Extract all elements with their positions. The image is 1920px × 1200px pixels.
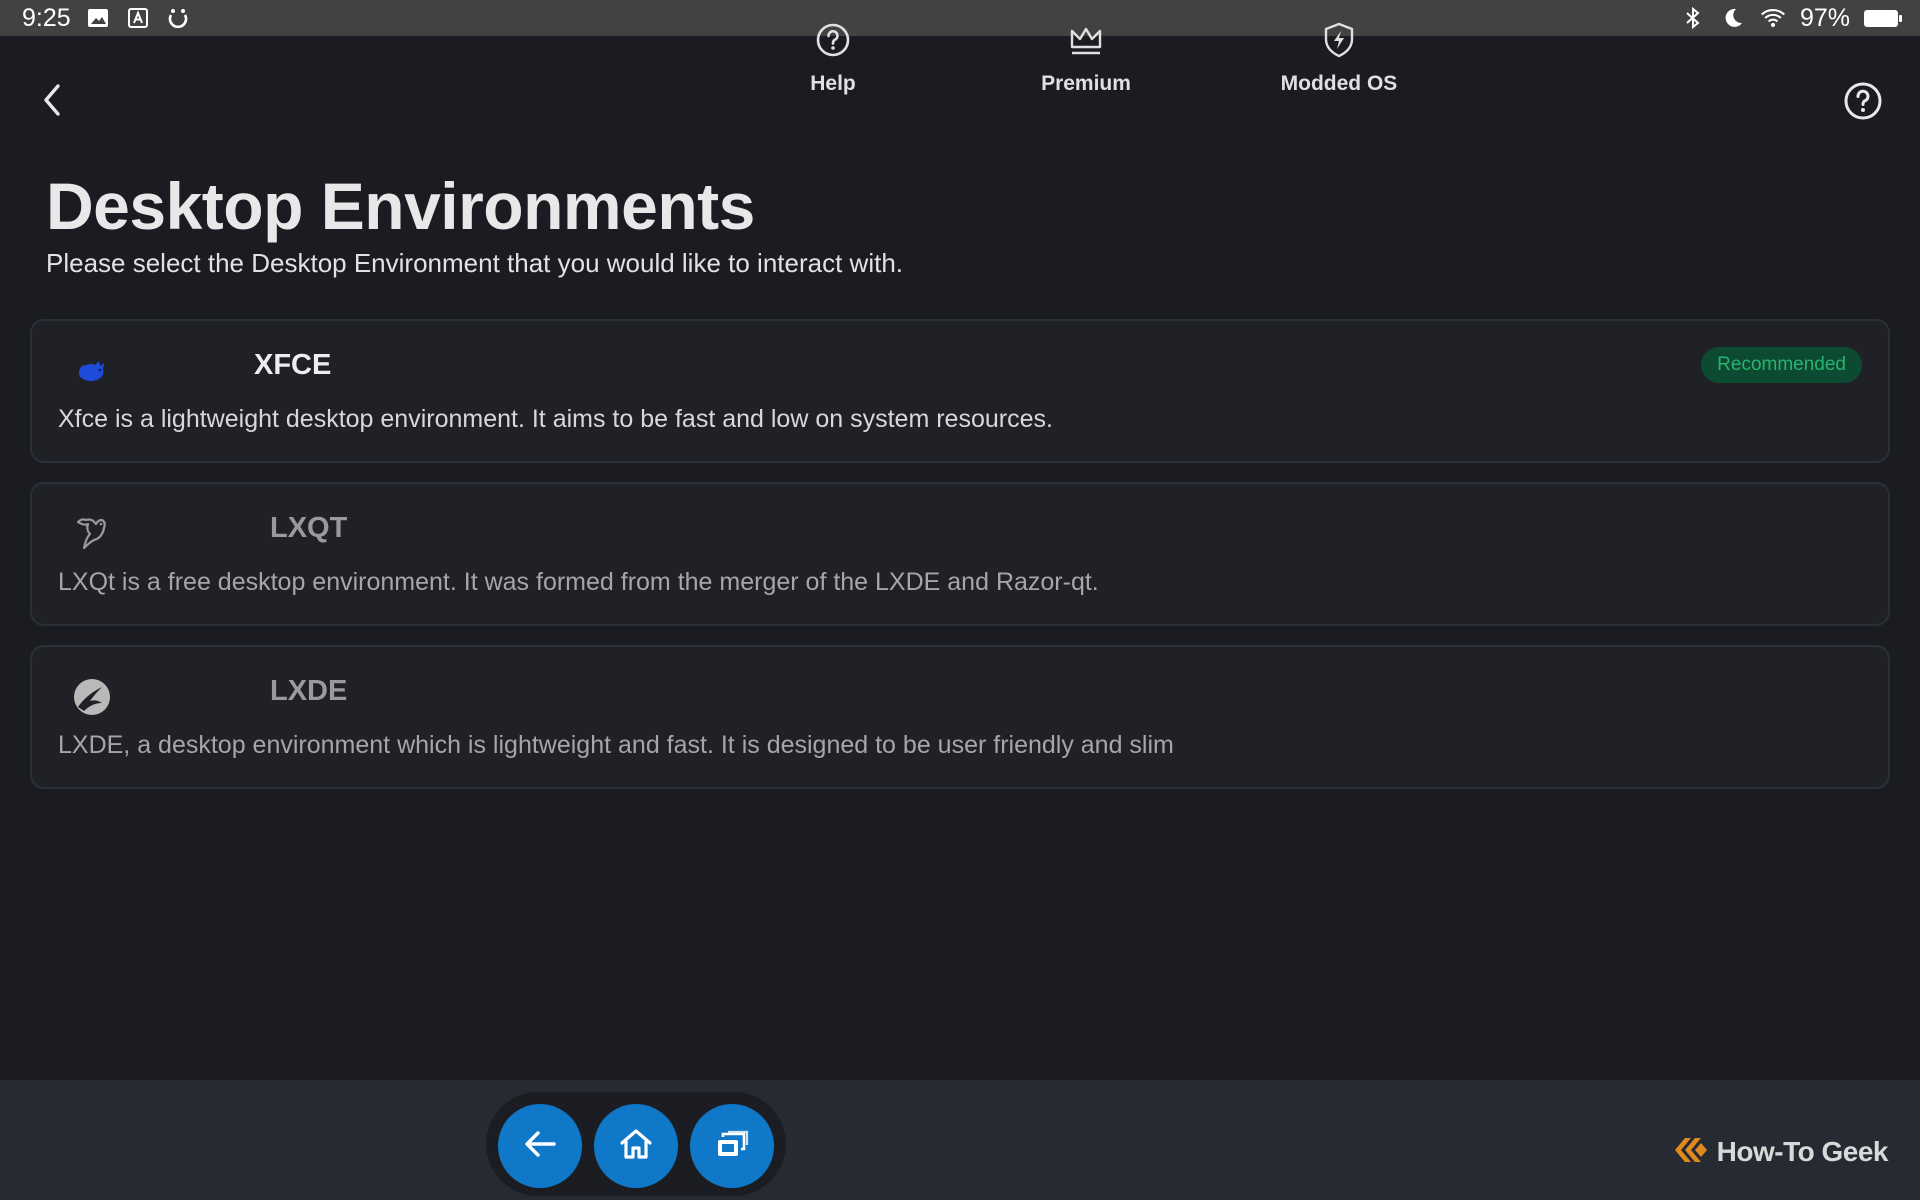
watermark-text: How-To Geek [1716,1136,1889,1167]
lxqt-bird-icon [68,510,116,558]
environment-card-lxqt[interactable]: LXQT LXQt is a free desktop environment.… [30,482,1890,626]
back-button[interactable] [30,80,74,124]
recommended-badge: Recommended [1701,347,1862,383]
image-icon [85,5,111,31]
watermark: How-To Geek [1671,1134,1889,1170]
page-subtitle: Please select the Desktop Environment th… [46,248,903,278]
status-time: 9:25 [22,3,71,32]
environment-card-xfce[interactable]: XFCE Recommended Xfce is a lightweight d… [30,319,1890,463]
nav-help[interactable]: Help [753,20,913,106]
environment-description: Xfce is a lightweight desktop environmen… [58,405,1053,433]
chevron-left-icon [40,82,64,122]
shield-bolt-icon [1319,20,1359,60]
status-left: 9:25 [22,4,191,33]
battery-icon [1864,9,1902,27]
environment-card-lxde[interactable]: LXDE LXDE, a desktop environment which i… [30,645,1890,789]
bluetooth-icon [1680,5,1706,31]
battery-percent: 97% [1799,3,1850,32]
environment-name: XFCE [254,349,332,381]
nav-label: Premium [1041,72,1131,95]
floating-recent-apps-button[interactable] [690,1104,774,1188]
text-icon [125,5,151,31]
help-icon [813,20,853,60]
status-bar: 9:25 97% [0,0,1920,36]
environment-description: LXQt is a free desktop environment. It w… [58,568,1099,596]
xfce-mouse-icon [68,347,116,395]
status-right: 97% [1680,3,1902,33]
nav-premium[interactable]: Premium [1006,20,1166,106]
page-title: Desktop Environments [46,169,755,243]
lxde-logo-icon [68,673,116,721]
help-button[interactable] [1840,80,1886,126]
environment-description: LXDE, a desktop environment which is lig… [58,731,1174,759]
nav-label: Modded OS [1280,72,1398,95]
how-to-geek-logo-icon [1671,1134,1709,1170]
nav-modded-os[interactable]: Modded OS [1259,20,1419,106]
moon-icon [1720,5,1746,31]
refresh-icon [165,5,191,31]
floating-back-button[interactable] [498,1104,582,1188]
wifi-icon [1760,5,1786,31]
bottom-navigation [0,1080,1920,1200]
recent-apps-icon [715,1129,749,1163]
crown-icon [1066,20,1106,60]
environment-name: LXQT [270,512,348,544]
back-arrow-icon [522,1129,558,1163]
nav-label: Help [810,72,856,95]
help-circle-icon [1843,81,1883,125]
environment-name: LXDE [270,675,348,707]
floating-home-button[interactable] [594,1104,678,1188]
home-icon [619,1128,653,1164]
